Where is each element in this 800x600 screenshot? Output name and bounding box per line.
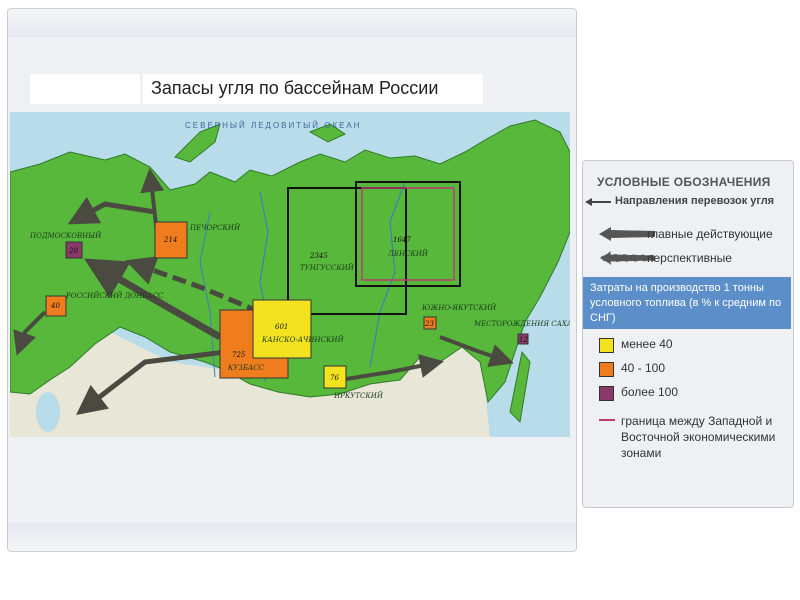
basin-value-kuzbass: 725 xyxy=(232,351,246,359)
russia-map: СЕВЕРНЫЙ ЛЕДОВИТЫЙ ОКЕАН 214 20 40 725 6… xyxy=(10,112,570,437)
ocean-label: СЕВЕРНЫЙ ЛЕДОВИТЫЙ ОКЕАН xyxy=(185,121,362,130)
basin-name-podmoskovny: ПОДМОСКОВНЫЙ xyxy=(29,230,102,240)
basin-name-pechora: ПЕЧОРСКИЙ xyxy=(189,222,241,232)
basin-name-donbass: РОССИЙСКИЙ ДОНБАСС xyxy=(65,290,164,300)
basin-name-lensky: ЛЕНСКИЙ xyxy=(387,248,429,258)
basin-value-sakhalin: 12 xyxy=(519,336,528,344)
transport-arrow-icon xyxy=(585,198,611,206)
cost-header-text: Затраты на производство 1 тонны условног… xyxy=(590,282,782,324)
legend-title: УСЛОВНЫЕ ОБОЗНАЧЕНИЯ xyxy=(597,175,771,189)
basin-name-tungussky: ТУНГУССКИЙ xyxy=(300,262,355,272)
basin-value-pechora: 214 xyxy=(163,236,177,244)
slide-header-bar xyxy=(8,9,576,37)
map-area: СЕВЕРНЫЙ ЛЕДОВИТЫЙ ОКЕАН 214 20 40 725 6… xyxy=(10,112,570,437)
basin-value-tungussky: 2345 xyxy=(309,252,328,260)
basin-value-irkutsk: 76 xyxy=(330,374,339,382)
basin-value-yakutsk: 23 xyxy=(424,320,434,328)
basin-name-kansk: КАНСКО-АЧИНСКИЙ xyxy=(261,334,344,344)
basin-value-lensky: 1647 xyxy=(393,236,411,244)
basin-value-podmoskovny: 20 xyxy=(68,247,78,255)
basin-value-kansk: 601 xyxy=(275,323,288,331)
legend-panel: УСЛОВНЫЕ ОБОЗНАЧЕНИЯ Направления перевоз… xyxy=(582,160,794,508)
basin-name-sakhalin: МЕСТОРОЖДЕНИЯ САХАЛИНА xyxy=(473,320,570,328)
title-backdrop-left xyxy=(30,74,140,104)
basin-name-kuzbass: КУЗБАСС xyxy=(227,364,265,372)
slide-footer-bar xyxy=(8,523,576,551)
caspian-sea xyxy=(36,392,60,432)
basin-value-donbass: 40 xyxy=(50,302,60,310)
basin-name-irkutsk: ИРКУТСКИЙ xyxy=(333,390,384,400)
border-line-sample xyxy=(599,419,615,421)
basin-name-yakutsk: ЮЖНО-ЯКУТСКИЙ xyxy=(421,302,497,312)
swatch-yellow xyxy=(599,338,614,353)
swatch-purple xyxy=(599,386,614,401)
map-title: Запасы угля по бассейнам России xyxy=(151,78,439,98)
legend-transport-header: Направления перевозок угля xyxy=(585,195,774,207)
swatch-orange xyxy=(599,362,614,377)
